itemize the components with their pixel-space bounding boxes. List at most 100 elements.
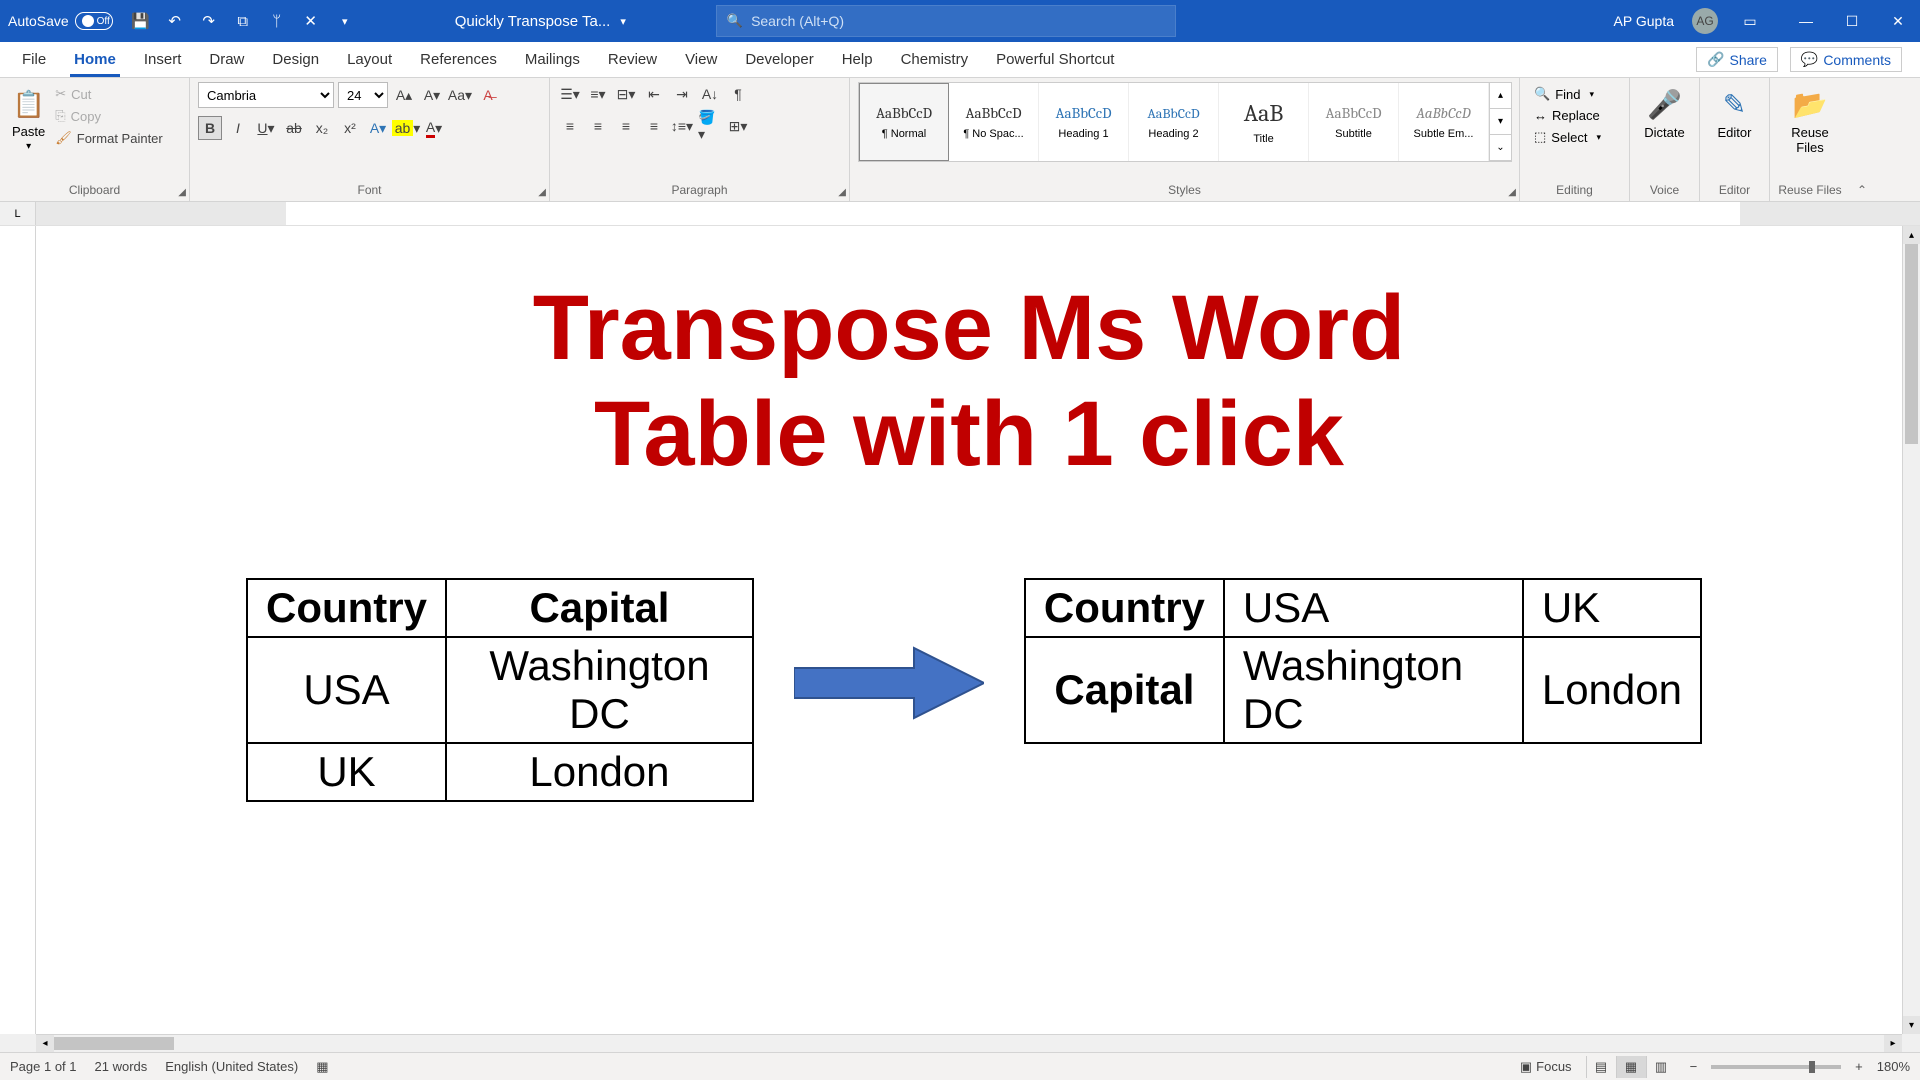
tab-review[interactable]: Review [594,42,671,77]
underline-button[interactable]: U▾ [254,116,278,140]
scroll-left-icon[interactable]: ◂ [36,1035,54,1052]
status-words[interactable]: 21 words [95,1059,148,1074]
hscroll-track[interactable] [54,1035,1884,1052]
text-effects-icon[interactable]: A▾ [366,116,390,140]
autosave-toggle[interactable]: Off [75,12,113,30]
style-subtitle[interactable]: AaBbCcDSubtitle [1309,83,1399,161]
search-box[interactable]: 🔍 [716,5,1176,37]
qat-btn5-icon[interactable]: ᛘ [267,11,287,31]
style-nospacing[interactable]: AaBbCcD¶ No Spac... [949,83,1039,161]
style-title[interactable]: AaBTitle [1219,83,1309,161]
tab-draw[interactable]: Draw [195,42,258,77]
undo-icon[interactable]: ↶ [165,11,185,31]
user-avatar[interactable]: AG [1692,8,1718,34]
styles-scroll-down-icon[interactable]: ▾ [1490,109,1511,135]
scroll-right-icon[interactable]: ▸ [1884,1035,1902,1052]
zoom-slider[interactable] [1711,1065,1841,1069]
print-layout-icon[interactable]: ▦ [1616,1056,1646,1078]
scroll-down-icon[interactable]: ▾ [1903,1016,1920,1034]
vertical-scrollbar[interactable]: ▴ ▾ [1902,226,1920,1034]
tab-insert[interactable]: Insert [130,42,196,77]
sort-icon[interactable]: A↓ [698,82,722,106]
vscroll-track[interactable] [1903,244,1920,1016]
qat-close-icon[interactable]: ✕ [301,11,321,31]
status-macro-icon[interactable]: ▦ [316,1059,328,1075]
numbering-icon[interactable]: ≡▾ [586,82,610,106]
select-dropdown-icon[interactable]: ▾ [1596,132,1601,143]
tab-design[interactable]: Design [258,42,333,77]
superscript-button[interactable]: x² [338,116,362,140]
ribbon-display-icon[interactable]: ▭ [1736,7,1764,35]
select-button[interactable]: ⬚Select▾ [1534,129,1615,145]
clipboard-launcher-icon[interactable]: ◢ [178,187,186,198]
paragraph-launcher-icon[interactable]: ◢ [838,187,846,198]
strikethrough-button[interactable]: ab [282,116,306,140]
tab-chemistry[interactable]: Chemistry [887,42,983,77]
bullets-icon[interactable]: ☰▾ [558,82,582,106]
align-center-icon[interactable]: ≡ [586,114,610,138]
status-page[interactable]: Page 1 of 1 [10,1059,77,1074]
share-button[interactable]: 🔗Share [1696,47,1778,72]
highlight-icon[interactable]: ab▾ [394,116,418,140]
vertical-ruler[interactable] [0,226,36,1034]
paste-button[interactable]: 📋 Paste ▾ [8,82,49,156]
tab-file[interactable]: File [8,42,60,77]
tab-powerful-shortcut[interactable]: Powerful Shortcut [982,42,1128,77]
focus-mode-button[interactable]: ▣Focus [1520,1059,1572,1075]
cut-button[interactable]: ✂Cut [55,86,163,102]
decrease-indent-icon[interactable]: ⇤ [642,82,666,106]
zoom-in-icon[interactable]: + [1855,1059,1863,1074]
editor-button[interactable]: ✎ Editor [1708,82,1761,146]
bold-button[interactable]: B [198,116,222,140]
show-marks-icon[interactable]: ¶ [726,82,750,106]
read-mode-icon[interactable]: ▤ [1586,1056,1616,1078]
save-icon[interactable]: 💾 [131,11,151,31]
style-normal[interactable]: AaBbCcD¶ Normal [859,83,949,161]
search-input[interactable] [751,13,1165,29]
tab-references[interactable]: References [406,42,511,77]
tab-home[interactable]: Home [60,42,130,77]
close-icon[interactable]: ✕ [1884,7,1912,35]
change-case-icon[interactable]: Aa▾ [448,83,472,107]
format-painter-button[interactable]: 🖌Format Painter [55,130,163,146]
styles-launcher-icon[interactable]: ◢ [1508,187,1516,198]
redo-icon[interactable]: ↷ [199,11,219,31]
shading-icon[interactable]: 🪣▾ [698,114,722,138]
tab-view[interactable]: View [671,42,731,77]
collapse-ribbon-icon[interactable]: ⌃ [1857,183,1867,197]
styles-more-icon[interactable]: ⌄ [1490,135,1511,161]
maximize-icon[interactable]: ☐ [1838,7,1866,35]
styles-gallery[interactable]: AaBbCcD¶ Normal AaBbCcD¶ No Spac... AaBb… [858,82,1512,162]
font-color-icon[interactable]: A▾ [422,116,446,140]
zoom-thumb[interactable] [1809,1061,1815,1073]
font-name-select[interactable]: Cambria [198,82,334,108]
zoom-out-icon[interactable]: − [1690,1059,1698,1074]
font-size-select[interactable]: 24 [338,82,388,108]
comments-button[interactable]: 💬Comments [1790,47,1902,72]
styles-scroll-up-icon[interactable]: ▴ [1490,83,1511,109]
shrink-font-icon[interactable]: A▾ [420,83,444,107]
increase-indent-icon[interactable]: ⇥ [670,82,694,106]
qat-more-icon[interactable]: ▾ [335,11,355,31]
subscript-button[interactable]: x₂ [310,116,334,140]
horizontal-ruler[interactable] [36,202,1920,225]
tab-layout[interactable]: Layout [333,42,406,77]
web-layout-icon[interactable]: ▥ [1646,1056,1676,1078]
paste-dropdown-icon[interactable]: ▾ [26,141,31,152]
multilevel-icon[interactable]: ⊟▾ [614,82,638,106]
find-dropdown-icon[interactable]: ▾ [1589,89,1594,100]
reuse-files-button[interactable]: 📂 Reuse Files [1778,82,1842,161]
doc-title-dropdown-icon[interactable]: ▾ [620,15,626,28]
align-left-icon[interactable]: ≡ [558,114,582,138]
hscroll-thumb[interactable] [54,1037,174,1050]
borders-icon[interactable]: ⊞▾ [726,114,750,138]
style-heading2[interactable]: AaBbCcDHeading 2 [1129,83,1219,161]
clear-formatting-icon[interactable]: A̶ [476,83,500,107]
vscroll-thumb[interactable] [1905,244,1918,444]
zoom-level[interactable]: 180% [1877,1059,1910,1074]
qat-btn4-icon[interactable]: ⧉ [233,11,253,31]
grow-font-icon[interactable]: A▴ [392,83,416,107]
page-scroll[interactable]: Transpose Ms Word Table with 1 click Cou… [36,226,1902,1034]
find-button[interactable]: 🔍Find▾ [1534,86,1615,102]
tab-mailings[interactable]: Mailings [511,42,594,77]
